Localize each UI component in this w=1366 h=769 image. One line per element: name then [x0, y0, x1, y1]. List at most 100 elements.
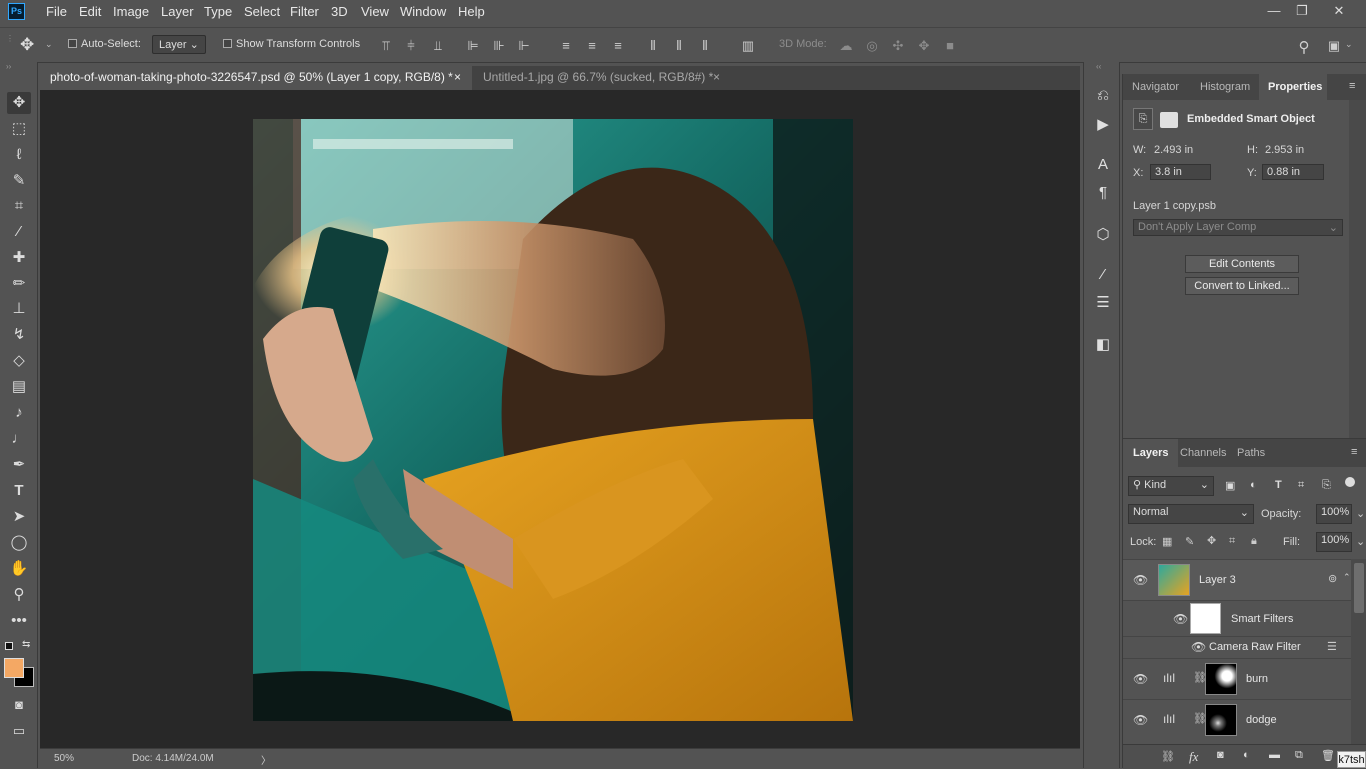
- actions-icon[interactable]: ▶: [1093, 115, 1113, 135]
- filter-toggle-icon[interactable]: [1345, 477, 1355, 487]
- minimize-button[interactable]: —: [1261, 2, 1287, 20]
- fill-chevron-icon[interactable]: ⌄: [1356, 535, 1365, 548]
- mask-thumbnail[interactable]: [1205, 663, 1237, 695]
- restore-button[interactable]: ❐: [1289, 2, 1315, 20]
- type-tool-icon[interactable]: T: [7, 480, 31, 502]
- menu-file[interactable]: File: [46, 4, 67, 19]
- layer-row-layer-3[interactable]: 👁︎ Layer 3 ⊚ ⌃: [1123, 559, 1351, 600]
- new-group-icon[interactable]: ▬: [1269, 749, 1280, 761]
- hand-tool-icon[interactable]: ✋: [7, 558, 31, 580]
- link-layers-icon[interactable]: ⛓︎: [1161, 750, 1175, 763]
- h-value[interactable]: 2.953 in: [1265, 144, 1304, 156]
- tab-close-icon[interactable]: ×: [713, 66, 720, 88]
- status-menu-arrow[interactable]: 〉: [261, 752, 271, 767]
- distribute-top-icon[interactable]: ≡: [558, 38, 574, 54]
- tab-histogram[interactable]: Histogram: [1191, 74, 1259, 100]
- stamp-tool-icon[interactable]: ⊥: [7, 298, 31, 320]
- delete-layer-icon[interactable]: 🗑︎: [1321, 749, 1335, 762]
- move-tool-icon[interactable]: ✥: [20, 35, 34, 55]
- zoom-tool-icon[interactable]: ⚲: [7, 584, 31, 606]
- tab-navigator[interactable]: Navigator: [1123, 74, 1188, 100]
- collapse-icon[interactable]: ‹‹: [1096, 62, 1101, 71]
- eyedropper-tool-icon[interactable]: ⁄: [7, 221, 31, 243]
- new-adjustment-icon[interactable]: ◐: [1243, 749, 1250, 761]
- visibility-eye-icon[interactable]: 👁︎: [1133, 573, 1148, 587]
- visibility-eye-icon[interactable]: 👁︎: [1133, 713, 1148, 727]
- scrollbar-thumb[interactable]: [1354, 563, 1364, 613]
- lasso-tool-icon[interactable]: ℓ: [7, 144, 31, 166]
- align-bottom-icon[interactable]: ⫫: [430, 38, 446, 54]
- add-mask-icon[interactable]: ◙: [1217, 749, 1224, 761]
- blend-mode-dropdown[interactable]: Normal ⌄: [1128, 504, 1254, 524]
- align-top-icon[interactable]: ⫪: [378, 38, 394, 54]
- filter-kind-dropdown[interactable]: ⚲ Kind ⌄: [1128, 476, 1214, 496]
- tab-untitled-document[interactable]: Untitled-1.jpg @ 66.7% (sucked, RGB/8#) …: [473, 66, 727, 90]
- filter-shape-icon[interactable]: ⌗: [1298, 479, 1304, 492]
- 3d-camera-icon[interactable]: ■: [942, 38, 958, 54]
- filter-type-icon[interactable]: T: [1275, 479, 1282, 491]
- path-select-tool-icon[interactable]: ➤: [7, 506, 31, 528]
- tab-channels[interactable]: Channels: [1171, 439, 1235, 467]
- history-brush-tool-icon[interactable]: ↯: [7, 324, 31, 346]
- auto-select-checkbox[interactable]: Auto-Select:: [68, 38, 141, 50]
- zoom-level[interactable]: 50%: [54, 753, 74, 764]
- menu-window[interactable]: Window: [400, 4, 446, 19]
- chevron-down-icon[interactable]: ⌄: [45, 39, 53, 50]
- lock-pixels-icon[interactable]: ✎: [1185, 535, 1194, 548]
- visibility-eye-icon[interactable]: 👁︎: [1173, 612, 1188, 626]
- filter-smart-object-icon[interactable]: ⎘: [1322, 479, 1331, 492]
- new-layer-icon[interactable]: ⧉: [1295, 749, 1303, 762]
- mask-thumbnail[interactable]: [1205, 704, 1237, 736]
- character-icon[interactable]: A: [1093, 155, 1113, 175]
- smart-filter-mask-thumbnail[interactable]: [1190, 603, 1221, 634]
- w-value[interactable]: 2.493 in: [1154, 144, 1193, 156]
- menu-image[interactable]: Image: [113, 4, 149, 19]
- filter-blending-options-icon[interactable]: ☰: [1327, 640, 1337, 653]
- menu-edit[interactable]: Edit: [79, 4, 101, 19]
- convert-linked-button[interactable]: Convert to Linked...: [1185, 277, 1299, 295]
- libraries-icon[interactable]: ◧: [1093, 335, 1113, 355]
- auto-align-icon[interactable]: ▥: [740, 38, 756, 54]
- layer-thumbnail[interactable]: [1158, 564, 1190, 596]
- layer-name[interactable]: Layer 3: [1199, 574, 1236, 586]
- opacity-input[interactable]: 100%: [1316, 504, 1352, 524]
- properties-scrollbar[interactable]: [1349, 100, 1366, 438]
- mask-icon[interactable]: [1160, 112, 1178, 128]
- visibility-eye-icon[interactable]: 👁︎: [1191, 640, 1206, 654]
- workspace-icon[interactable]: ▣: [1326, 38, 1342, 54]
- menu-3d[interactable]: 3D: [331, 4, 348, 19]
- menu-type[interactable]: Type: [204, 4, 232, 19]
- tab-properties[interactable]: Properties: [1259, 74, 1327, 100]
- collapse-icon[interactable]: ››: [6, 62, 11, 71]
- distribute-hcenter-icon[interactable]: ⦀: [671, 38, 687, 54]
- filter-adjustment-icon[interactable]: ◐: [1250, 479, 1257, 491]
- lock-all-icon[interactable]: 🔒︎: [1251, 535, 1257, 548]
- menu-layer[interactable]: Layer: [161, 4, 194, 19]
- eraser-tool-icon[interactable]: ◇: [7, 350, 31, 372]
- document-image[interactable]: [253, 119, 853, 721]
- layer-comp-dropdown[interactable]: Don't Apply Layer Comp ⌄: [1133, 219, 1343, 236]
- menu-select[interactable]: Select: [244, 4, 280, 19]
- screen-mode-icon[interactable]: ▭: [7, 720, 31, 742]
- crop-tool-icon[interactable]: ⌗: [7, 195, 31, 217]
- lock-transparency-icon[interactable]: ▦: [1162, 535, 1172, 548]
- 3d-icon[interactable]: ⬡: [1093, 225, 1113, 245]
- auto-select-dropdown[interactable]: Layer ⌄: [152, 35, 206, 54]
- collapse-effects-icon[interactable]: ⌃: [1343, 572, 1351, 583]
- menu-filter[interactable]: Filter: [290, 4, 319, 19]
- foreground-color-swatch[interactable]: [4, 658, 24, 678]
- history-icon[interactable]: ⎌: [1093, 86, 1113, 106]
- brush-settings-icon[interactable]: ⁄: [1093, 265, 1113, 285]
- 3d-pan-icon[interactable]: ✣: [890, 38, 906, 54]
- distribute-vcenter-icon[interactable]: ≡: [584, 38, 600, 54]
- gradient-tool-icon[interactable]: ▤: [7, 376, 31, 398]
- dodge-tool-icon[interactable]: ♩: [7, 428, 31, 450]
- fill-input[interactable]: 100%: [1316, 532, 1352, 552]
- visibility-eye-icon[interactable]: 👁︎: [1133, 672, 1148, 686]
- align-left-icon[interactable]: ⊫: [465, 38, 481, 54]
- tab-close-icon[interactable]: ×: [454, 66, 461, 88]
- quick-mask-icon[interactable]: ◙: [7, 694, 31, 716]
- layer-row-burn[interactable]: 👁︎ ılıl ⛓︎ burn: [1123, 658, 1351, 699]
- layers-scrollbar[interactable]: [1351, 559, 1366, 744]
- panel-menu-icon[interactable]: ≡: [1349, 80, 1355, 92]
